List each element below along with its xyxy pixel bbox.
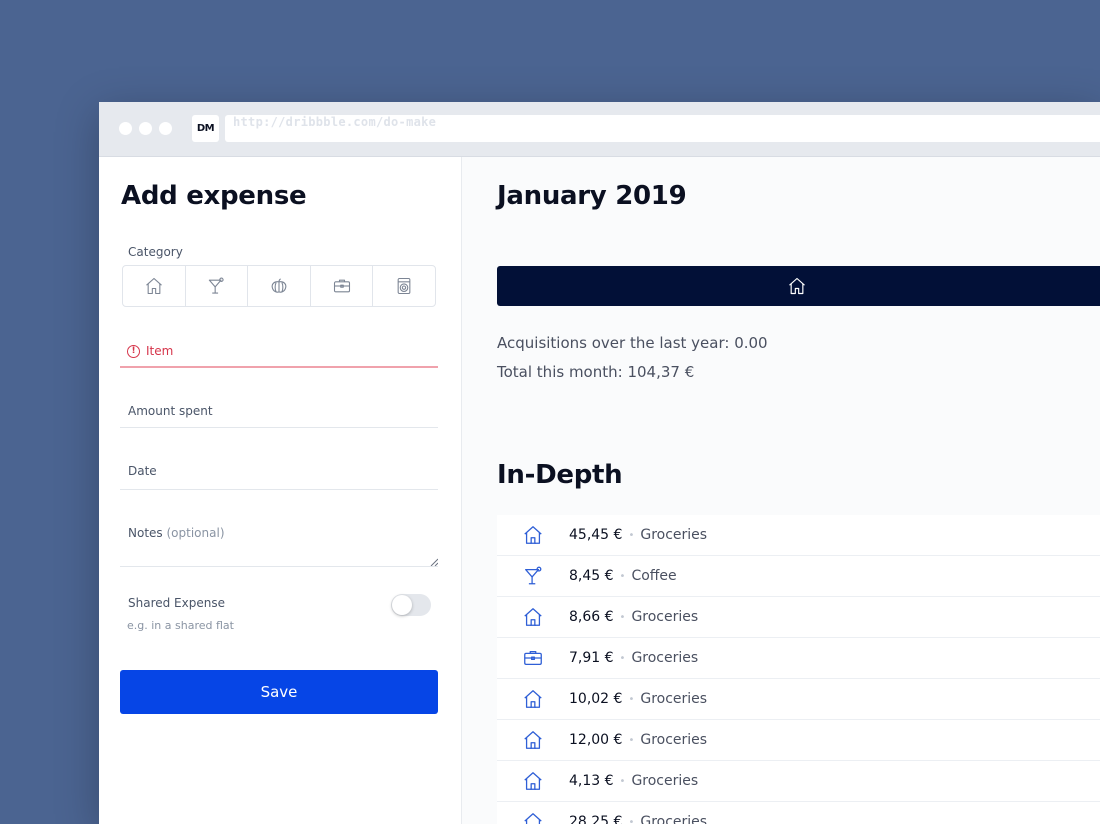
expense-amount: 7,91 €	[569, 650, 614, 666]
separator-dot: •	[619, 611, 626, 623]
form-title: Add expense	[121, 181, 307, 211]
window-minimize-dot[interactable]	[139, 122, 152, 135]
notes-optional-text: (optional)	[166, 526, 225, 540]
category-option-pumpkin[interactable]	[248, 266, 311, 306]
house-icon	[524, 813, 542, 824]
item-label: Item	[146, 344, 174, 358]
expense-row[interactable]: 12,00 € • Groceries	[497, 720, 1100, 761]
category-chart-bar[interactable]	[497, 266, 1100, 306]
item-field[interactable]	[120, 366, 438, 368]
category-option-cocktail[interactable]	[186, 266, 249, 306]
expense-row[interactable]: 10,02 € • Groceries	[497, 679, 1100, 720]
expense-icon-wrap	[497, 524, 569, 546]
date-field[interactable]	[120, 489, 438, 490]
expense-icon-wrap	[497, 729, 569, 751]
separator-dot: •	[628, 693, 635, 705]
date-label: Date	[128, 464, 157, 478]
briefcase-icon	[333, 279, 350, 293]
expense-category: Groceries	[640, 814, 708, 824]
separator-dot: •	[628, 529, 635, 541]
expense-list: 45,45 € • Groceries 8,45 € • Coffee 8,66 € • Gro…	[497, 515, 1100, 824]
expense-category: Groceries	[631, 773, 699, 789]
amount-label: Amount spent	[128, 404, 213, 418]
house-icon	[524, 731, 542, 749]
resize-handle-icon[interactable]	[430, 558, 438, 566]
shared-expense-label: Shared Expense	[128, 596, 225, 610]
notes-label-text: Notes	[128, 526, 163, 540]
month-overview-panel: January 2019 Acquisitions over the last …	[462, 157, 1100, 824]
expense-row[interactable]: 4,13 € • Groceries	[497, 761, 1100, 802]
browser-window: DM http://dribbble.com/do-make Add expen…	[99, 102, 1100, 824]
separator-dot: •	[628, 734, 635, 746]
expense-amount: 12,00 €	[569, 732, 623, 748]
cocktail-icon	[209, 277, 225, 294]
expense-icon-wrap	[497, 565, 569, 587]
add-expense-panel: Add expense Category ! Item Amount spent…	[99, 157, 462, 824]
expense-category: Groceries	[631, 650, 699, 666]
site-favicon: DM	[192, 115, 219, 142]
expense-row[interactable]: 8,45 € • Coffee	[497, 556, 1100, 597]
save-button[interactable]: Save	[120, 670, 438, 714]
separator-dot: •	[628, 816, 635, 824]
expense-icon-wrap	[497, 606, 569, 628]
error-icon: !	[127, 344, 140, 358]
category-label: Category	[128, 245, 183, 259]
window-close-dot[interactable]	[119, 122, 132, 135]
washing-machine-icon	[397, 277, 411, 295]
expense-amount: 8,66 €	[569, 609, 614, 625]
shared-expense-toggle[interactable]	[391, 594, 431, 616]
pumpkin-icon	[271, 278, 287, 293]
expense-row[interactable]: 8,66 € • Groceries	[497, 597, 1100, 638]
expense-category: Coffee	[631, 568, 677, 584]
window-maximize-dot[interactable]	[159, 122, 172, 135]
house-icon	[524, 526, 542, 544]
expense-row[interactable]: 28,25 € • Groceries	[497, 802, 1100, 824]
separator-dot: •	[619, 652, 626, 664]
expense-amount: 8,45 €	[569, 568, 614, 584]
expense-icon-wrap	[497, 811, 569, 824]
briefcase-icon	[524, 650, 542, 666]
category-option-laundry[interactable]	[373, 266, 435, 306]
expense-category: Groceries	[631, 609, 699, 625]
separator-dot: •	[619, 570, 626, 582]
expense-row[interactable]: 7,91 € • Groceries	[497, 638, 1100, 679]
expense-amount: 45,45 €	[569, 527, 623, 543]
notes-textarea[interactable]	[120, 566, 438, 567]
address-bar[interactable]: http://dribbble.com/do-make	[225, 115, 1100, 142]
acquisitions-stat: Acquisitions over the last year: 0.00	[497, 334, 768, 352]
category-selector	[122, 265, 436, 307]
category-option-house[interactable]	[123, 266, 186, 306]
expense-amount: 28,25 €	[569, 814, 623, 824]
expense-amount: 4,13 €	[569, 773, 614, 789]
expense-row[interactable]: 45,45 € • Groceries	[497, 515, 1100, 556]
month-title: January 2019	[497, 181, 687, 211]
expense-amount: 10,02 €	[569, 691, 623, 707]
house-icon	[524, 690, 542, 708]
house-icon	[524, 608, 542, 626]
cocktail-icon	[525, 566, 542, 585]
toggle-knob	[392, 595, 412, 615]
browser-toolbar: DM http://dribbble.com/do-make	[99, 102, 1100, 157]
house-icon	[145, 277, 162, 295]
expense-category: Groceries	[640, 527, 708, 543]
separator-dot: •	[619, 775, 626, 787]
in-depth-title: In-Depth	[497, 460, 623, 490]
expense-icon-wrap	[497, 647, 569, 669]
amount-field[interactable]	[120, 427, 438, 428]
house-icon	[524, 772, 542, 790]
item-field-error-label: ! Item	[127, 344, 173, 358]
notes-label: Notes (optional)	[128, 526, 225, 540]
shared-expense-hint: e.g. in a shared flat	[127, 619, 234, 632]
house-icon	[789, 277, 805, 295]
category-option-work[interactable]	[311, 266, 374, 306]
expense-icon-wrap	[497, 770, 569, 792]
monthly-total-stat: Total this month: 104,37 €	[497, 363, 695, 381]
expense-category: Groceries	[640, 732, 708, 748]
expense-category: Groceries	[640, 691, 708, 707]
expense-icon-wrap	[497, 688, 569, 710]
